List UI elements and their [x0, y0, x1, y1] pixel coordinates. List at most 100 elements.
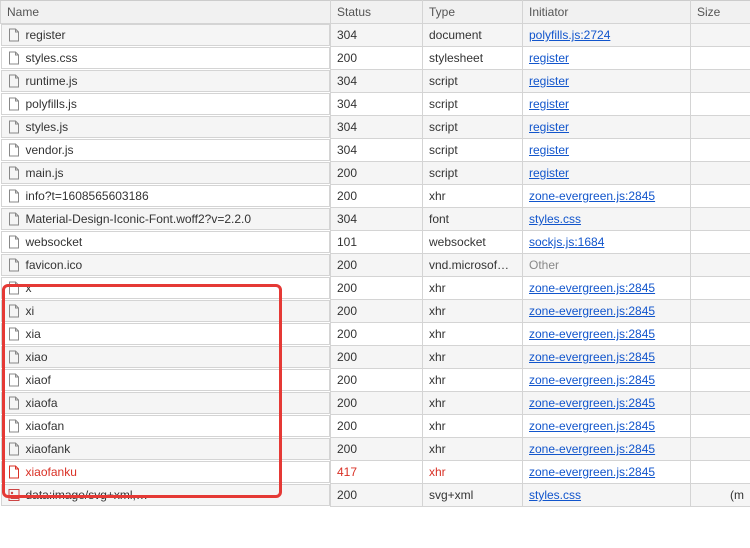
cell-initiator[interactable]: zone-evergreen.js:2845	[523, 415, 691, 438]
cell-initiator[interactable]: sockjs.js:1684	[523, 231, 691, 254]
cell-name[interactable]: x	[1, 277, 331, 299]
cell-initiator[interactable]: zone-evergreen.js:2845	[523, 438, 691, 461]
table-row[interactable]: main.js200scriptregister	[1, 162, 750, 185]
cell-initiator[interactable]: register	[523, 162, 691, 185]
file-icon	[8, 327, 20, 341]
cell-name[interactable]: xiao	[1, 346, 331, 368]
cell-initiator[interactable]: zone-evergreen.js:2845	[523, 185, 691, 208]
initiator-link[interactable]: register	[529, 143, 569, 157]
table-row[interactable]: vendor.js304scriptregister	[1, 139, 750, 162]
initiator-link[interactable]: zone-evergreen.js:2845	[529, 442, 655, 456]
file-icon	[8, 51, 20, 65]
initiator-link[interactable]: zone-evergreen.js:2845	[529, 465, 655, 479]
cell-size	[691, 139, 750, 162]
table-row[interactable]: xiaofan200xhrzone-evergreen.js:2845	[1, 415, 750, 438]
initiator-link[interactable]: zone-evergreen.js:2845	[529, 304, 655, 318]
col-status[interactable]: Status	[331, 1, 423, 24]
table-row[interactable]: xi200xhrzone-evergreen.js:2845	[1, 300, 750, 323]
cell-name[interactable]: xiaofanku	[1, 461, 331, 483]
table-row[interactable]: data:image/svg+xml,…200svg+xmlstyles.css…	[1, 484, 750, 507]
cell-name[interactable]: vendor.js	[1, 139, 331, 161]
table-row[interactable]: styles.js304scriptregister	[1, 116, 750, 139]
col-size[interactable]: Size	[691, 1, 750, 24]
initiator-link[interactable]: zone-evergreen.js:2845	[529, 189, 655, 203]
initiator-link[interactable]: zone-evergreen.js:2845	[529, 281, 655, 295]
table-row[interactable]: xiao200xhrzone-evergreen.js:2845	[1, 346, 750, 369]
cell-name[interactable]: runtime.js	[1, 70, 331, 92]
table-row[interactable]: favicon.ico200vnd.microsof…Other	[1, 254, 750, 277]
file-icon	[8, 235, 20, 249]
table-row[interactable]: register304documentpolyfills.js:2724	[1, 24, 750, 47]
initiator-link[interactable]: zone-evergreen.js:2845	[529, 350, 655, 364]
cell-name[interactable]: polyfills.js	[1, 93, 331, 115]
cell-status: 304	[331, 208, 423, 231]
cell-type: xhr	[423, 300, 523, 323]
cell-status: 200	[331, 185, 423, 208]
cell-initiator[interactable]: styles.css	[523, 208, 691, 231]
cell-initiator[interactable]: zone-evergreen.js:2845	[523, 300, 691, 323]
cell-initiator[interactable]: zone-evergreen.js:2845	[523, 323, 691, 346]
cell-initiator[interactable]: styles.css	[523, 484, 691, 507]
cell-name[interactable]: websocket	[1, 231, 331, 253]
cell-initiator[interactable]: zone-evergreen.js:2845	[523, 346, 691, 369]
cell-name[interactable]: xiaofank	[1, 438, 331, 460]
initiator-link[interactable]: zone-evergreen.js:2845	[529, 327, 655, 341]
initiator-link[interactable]: zone-evergreen.js:2845	[529, 396, 655, 410]
table-row[interactable]: x200xhrzone-evergreen.js:2845	[1, 277, 750, 300]
cell-initiator[interactable]: register	[523, 116, 691, 139]
initiator-link[interactable]: register	[529, 74, 569, 88]
cell-name[interactable]: xiaofa	[1, 392, 331, 414]
cell-initiator[interactable]: register	[523, 70, 691, 93]
cell-name[interactable]: xia	[1, 323, 331, 345]
table-row[interactable]: xiaof200xhrzone-evergreen.js:2845	[1, 369, 750, 392]
cell-initiator[interactable]: zone-evergreen.js:2845	[523, 461, 691, 484]
table-row[interactable]: xiaofank200xhrzone-evergreen.js:2845	[1, 438, 750, 461]
initiator-link[interactable]: register	[529, 51, 569, 65]
request-name: favicon.ico	[26, 258, 83, 272]
col-name[interactable]: Name	[1, 1, 331, 24]
table-row[interactable]: xia200xhrzone-evergreen.js:2845	[1, 323, 750, 346]
table-row[interactable]: xiaofa200xhrzone-evergreen.js:2845	[1, 392, 750, 415]
cell-name[interactable]: xiaofan	[1, 415, 331, 437]
cell-name[interactable]: info?t=1608565603186	[1, 185, 331, 207]
table-row[interactable]: websocket101websocketsockjs.js:1684	[1, 231, 750, 254]
table-row[interactable]: styles.css200stylesheetregister	[1, 47, 750, 70]
table-row[interactable]: runtime.js304scriptregister	[1, 70, 750, 93]
cell-name[interactable]: styles.css	[1, 47, 331, 69]
cell-size	[691, 208, 750, 231]
cell-initiator[interactable]: register	[523, 93, 691, 116]
initiator-link[interactable]: register	[529, 97, 569, 111]
cell-initiator[interactable]: polyfills.js:2724	[523, 24, 691, 47]
cell-initiator[interactable]: zone-evergreen.js:2845	[523, 369, 691, 392]
initiator-link[interactable]: zone-evergreen.js:2845	[529, 419, 655, 433]
cell-name[interactable]: xiaof	[1, 369, 331, 391]
col-initiator[interactable]: Initiator	[523, 1, 691, 24]
request-name: polyfills.js	[26, 97, 77, 111]
table-row[interactable]: xiaofanku417xhrzone-evergreen.js:2845	[1, 461, 750, 484]
cell-initiator[interactable]: register	[523, 139, 691, 162]
cell-name[interactable]: data:image/svg+xml,…	[1, 484, 331, 506]
cell-name[interactable]: styles.js	[1, 116, 331, 138]
initiator-link[interactable]: register	[529, 166, 569, 180]
cell-initiator[interactable]: register	[523, 47, 691, 70]
initiator-link[interactable]: sockjs.js:1684	[529, 235, 604, 249]
initiator-link[interactable]: register	[529, 120, 569, 134]
cell-name[interactable]: register	[1, 24, 331, 46]
table-row[interactable]: info?t=1608565603186200xhrzone-evergreen…	[1, 185, 750, 208]
file-icon	[8, 143, 20, 157]
table-row[interactable]: polyfills.js304scriptregister	[1, 93, 750, 116]
cell-initiator[interactable]: zone-evergreen.js:2845	[523, 277, 691, 300]
col-type[interactable]: Type	[423, 1, 523, 24]
cell-status: 304	[331, 24, 423, 47]
cell-name[interactable]: favicon.ico	[1, 254, 331, 276]
cell-name[interactable]: xi	[1, 300, 331, 322]
file-icon	[8, 350, 20, 364]
cell-initiator[interactable]: zone-evergreen.js:2845	[523, 392, 691, 415]
initiator-link[interactable]: styles.css	[529, 488, 581, 502]
cell-name[interactable]: main.js	[1, 162, 331, 184]
cell-name[interactable]: Material-Design-Iconic-Font.woff2?v=2.2.…	[1, 208, 331, 230]
initiator-link[interactable]: zone-evergreen.js:2845	[529, 373, 655, 387]
initiator-link[interactable]: styles.css	[529, 212, 581, 226]
initiator-link[interactable]: polyfills.js:2724	[529, 28, 610, 42]
table-row[interactable]: Material-Design-Iconic-Font.woff2?v=2.2.…	[1, 208, 750, 231]
